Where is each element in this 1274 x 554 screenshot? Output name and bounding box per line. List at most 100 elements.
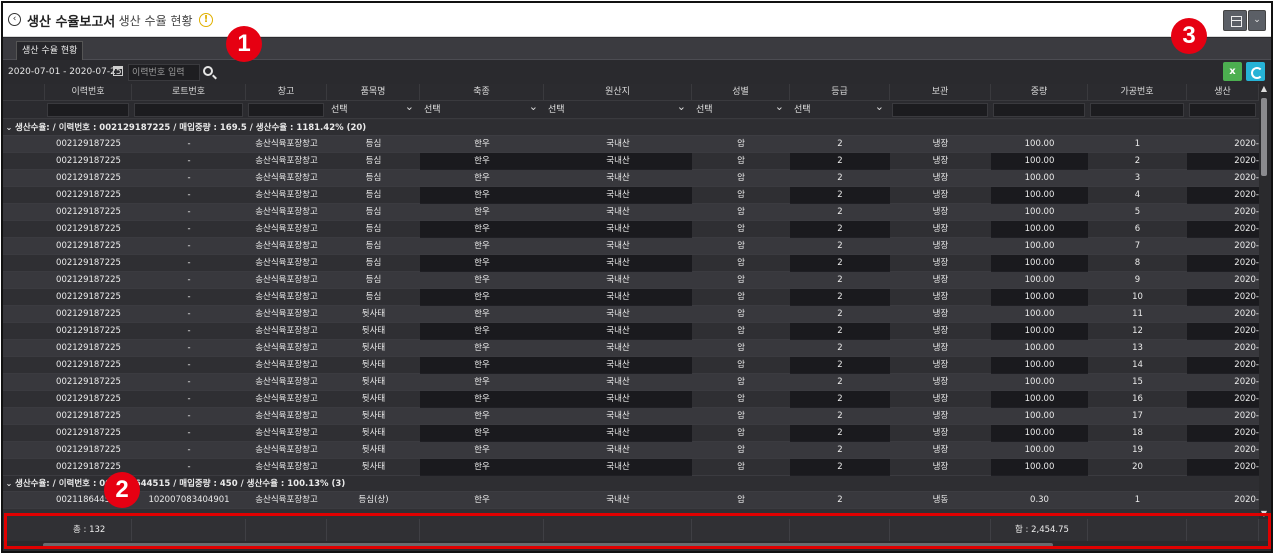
table-row[interactable]: 002129187225 - 송산식육포장창고 등심 한우 국내산 암 2 냉장 100.00 5 2… bbox=[3, 204, 1259, 221]
table-row[interactable]: 002129187225- 송산식육포장창고 뒷사태 한우 국내산 암 2 냉장 100.00 1… bbox=[3, 374, 1259, 391]
column-header[interactable]: 축종 bbox=[420, 84, 544, 101]
tab-production-yield[interactable]: 생산 수율 현황 bbox=[16, 41, 84, 60]
column-header[interactable]: 성별 bbox=[692, 84, 790, 101]
layout-dropdown-chevron-icon[interactable]: ⌄ bbox=[1248, 10, 1266, 31]
table-cell: 암 bbox=[737, 377, 745, 387]
table-cell: 20 bbox=[1132, 462, 1143, 472]
group-collapse-chevron-icon[interactable]: ⌄ bbox=[3, 476, 15, 491]
calendar-icon[interactable] bbox=[113, 66, 123, 76]
excel-export-button[interactable]: x bbox=[1223, 62, 1242, 81]
column-header[interactable]: 등급 bbox=[790, 84, 890, 101]
group-header-row[interactable]: ⌄ 생산수율: / 이력번호 : 002129187225 / 매입중량 : 16… bbox=[3, 120, 1259, 136]
table-cell: 002129187225 bbox=[56, 258, 121, 268]
table-row[interactable]: 002129187225 - 송산식육포장창고 등심 한우 국내산 암 2 냉장 100.00 2 2… bbox=[3, 153, 1259, 170]
table-row[interactable]: 002129187225- 송산식육포장창고 뒷사태 한우 국내산 암 2 냉장 100.00 1… bbox=[3, 442, 1259, 459]
table-row[interactable]: 002129187225- 송산식육포장창고 뒷사태 한우 국내산 암 2 냉장 100.00 1… bbox=[3, 391, 1259, 408]
table-row[interactable]: 002129187225- 송산식육포장창고 뒷사태 한우 국내산 암 2 냉장 100.00 1… bbox=[3, 323, 1259, 340]
table-cell: 2 bbox=[837, 411, 843, 421]
back-icon[interactable]: ‹ bbox=[8, 13, 21, 26]
table-cell: 12 bbox=[1132, 326, 1143, 336]
table-cell: 2020- bbox=[1234, 173, 1259, 183]
table-row[interactable]: 002129187225 - 송산식육포장창고 등심 한우 국내산 암 2 냉장 100.00 4 2… bbox=[3, 187, 1259, 204]
table-cell: 한우 bbox=[420, 221, 544, 238]
table-cell: 뒷사태 bbox=[361, 462, 386, 472]
search-icon[interactable] bbox=[203, 66, 213, 76]
table-row[interactable]: 002129187225 - 송산식육포장창고 등심 한우 국내산 암 2 냉장 100.00 9 2… bbox=[3, 272, 1259, 289]
table-row[interactable]: 002129187225- 송산식육포장창고 뒷사태 한우 국내산 암 2 냉장 100.00 1… bbox=[3, 357, 1259, 374]
table-cell: 002129187225 bbox=[56, 156, 121, 166]
table-cell: 암 bbox=[737, 360, 745, 370]
table-cell: - bbox=[187, 190, 191, 200]
column-filter-input[interactable] bbox=[248, 103, 324, 117]
header-select-cell[interactable] bbox=[3, 84, 45, 101]
column-header[interactable]: 중량 bbox=[991, 84, 1088, 101]
table-cell: 002129187225 bbox=[56, 326, 121, 336]
column-filter-input[interactable] bbox=[993, 103, 1085, 117]
callout-marker-3: 3 bbox=[1171, 18, 1207, 54]
footer-highlight-box bbox=[4, 513, 1271, 549]
column-filter-input[interactable] bbox=[1090, 103, 1184, 117]
table-cell: 6 bbox=[1134, 224, 1141, 234]
table-cell: 2020- bbox=[1187, 289, 1259, 306]
table-row[interactable]: 002129187225- 송산식육포장창고 뒷사태 한우 국내산 암 2 냉장 100.00 1… bbox=[3, 425, 1259, 442]
table-cell: 19 bbox=[1132, 445, 1143, 455]
column-filter-select[interactable]: 선택 bbox=[329, 100, 417, 117]
table-row[interactable]: 002129187225 - 송산식육포장창고 등심 한우 국내산 암 2 냉장 100.00 8 2… bbox=[3, 255, 1259, 272]
scroll-up-icon[interactable]: ▲ bbox=[1259, 84, 1269, 94]
table-cell: 002129187225 bbox=[56, 445, 121, 455]
column-filter-input[interactable] bbox=[134, 103, 243, 117]
column-filter-select[interactable]: 선택 bbox=[694, 100, 787, 117]
table-row[interactable]: 002129187225- 송산식육포장창고 뒷사태 한우 국내산 암 2 냉장 100.00 1… bbox=[3, 306, 1259, 323]
table-row[interactable]: 002129187225 - 송산식육포장창고 등심 한우 국내산 암 2 냉장 100.00 1 2… bbox=[3, 136, 1259, 153]
layout-grid-button[interactable] bbox=[1223, 10, 1247, 31]
refresh-button[interactable] bbox=[1246, 62, 1265, 81]
table-row[interactable]: 002129187225 - 송산식육포장창고 등심 한우 국내산 암 2 냉장 100.00 6 2… bbox=[3, 221, 1259, 238]
column-header[interactable]: 보관 bbox=[890, 84, 991, 101]
column-header[interactable]: 품목명 bbox=[327, 84, 420, 101]
table-cell: 냉장 bbox=[932, 207, 949, 217]
table-row[interactable]: 002129187225 - 송산식육포장창고 등심 한우 국내산 암 2 냉장 100.00 7 2… bbox=[3, 238, 1259, 255]
title-bar: ‹ 생산 수율보고서 · 생산 수율 현황 ! ⌄ bbox=[3, 3, 1271, 37]
group-collapse-chevron-icon[interactable]: ⌄ bbox=[3, 120, 15, 135]
vertical-scroll-thumb[interactable] bbox=[1261, 98, 1267, 176]
column-header[interactable]: 가공번호 bbox=[1088, 84, 1187, 101]
warning-icon[interactable]: ! bbox=[199, 13, 213, 27]
table-cell: 2020- bbox=[1234, 377, 1259, 387]
vertical-scrollbar[interactable]: ▲ ▼ bbox=[1259, 84, 1269, 519]
column-header[interactable]: 이력번호 bbox=[45, 84, 132, 101]
column-filter-input[interactable] bbox=[47, 103, 129, 117]
table-cell: 한우 bbox=[474, 495, 490, 505]
table-row[interactable]: 002129187225- 송산식육포장창고 뒷사태 한우 국내산 암 2 냉장 100.00 2… bbox=[3, 459, 1259, 476]
column-filter-select[interactable]: 선택 bbox=[422, 100, 541, 117]
table-cell: 2020- bbox=[1234, 207, 1259, 217]
table-cell: 한우 bbox=[474, 241, 490, 251]
column-header[interactable]: 로트번호 bbox=[132, 84, 246, 101]
table-cell: 2 bbox=[790, 255, 890, 272]
table-row[interactable]: 002118644515 102007083404901 송산식육포장창고 등심(상)… bbox=[3, 492, 1259, 509]
table-cell: 한우 bbox=[420, 391, 544, 408]
group-label: 생산수율: / 이력번호 : 002118644515 / 매입중량 : 450… bbox=[15, 479, 346, 489]
table-cell: 암 bbox=[737, 258, 745, 268]
column-filter-select[interactable]: 선택 bbox=[546, 100, 689, 117]
column-header[interactable]: 원산지 bbox=[544, 84, 692, 101]
table-row[interactable]: 002129187225- 송산식육포장창고 뒷사태 한우 국내산 암 2 냉장 100.00 1… bbox=[3, 340, 1259, 357]
column-header[interactable]: 생산 bbox=[1187, 84, 1259, 101]
column-filter-select[interactable]: 선택 bbox=[792, 100, 887, 117]
column-filter-input[interactable] bbox=[892, 103, 988, 117]
table-cell: 002129187225 bbox=[56, 224, 121, 234]
table-cell: 냉장 bbox=[932, 139, 949, 149]
table-row[interactable]: 002129187225- 송산식육포장창고 뒷사태 한우 국내산 암 2 냉장 100.00 1… bbox=[3, 408, 1259, 425]
table-row[interactable]: 002129187225 - 송산식육포장창고 등심 한우 국내산 암 2 냉장 100.00 10… bbox=[3, 289, 1259, 306]
group-header-row[interactable]: ⌄ 생산수율: / 이력번호 : 002118644515 / 매입중량 : 45… bbox=[3, 476, 1259, 492]
trace-number-input[interactable] bbox=[128, 64, 200, 81]
table-cell: 국내산 bbox=[606, 411, 630, 421]
date-range-field[interactable]: 2020-07-01 - 2020-07-25 bbox=[8, 64, 122, 80]
column-header[interactable]: 창고 bbox=[246, 84, 327, 101]
table-cell: 2 bbox=[837, 173, 843, 183]
table-cell: 002129187225 bbox=[56, 360, 121, 370]
table-row[interactable]: 002129187225 - 송산식육포장창고 등심 한우 국내산 암 2 냉장 100.00 3 2… bbox=[3, 170, 1259, 187]
column-filter-input[interactable] bbox=[1189, 103, 1256, 117]
table-cell: 국내산 bbox=[606, 207, 630, 217]
table-cell: 100.00 bbox=[1024, 445, 1055, 455]
table-cell: 2020- bbox=[1187, 459, 1259, 476]
